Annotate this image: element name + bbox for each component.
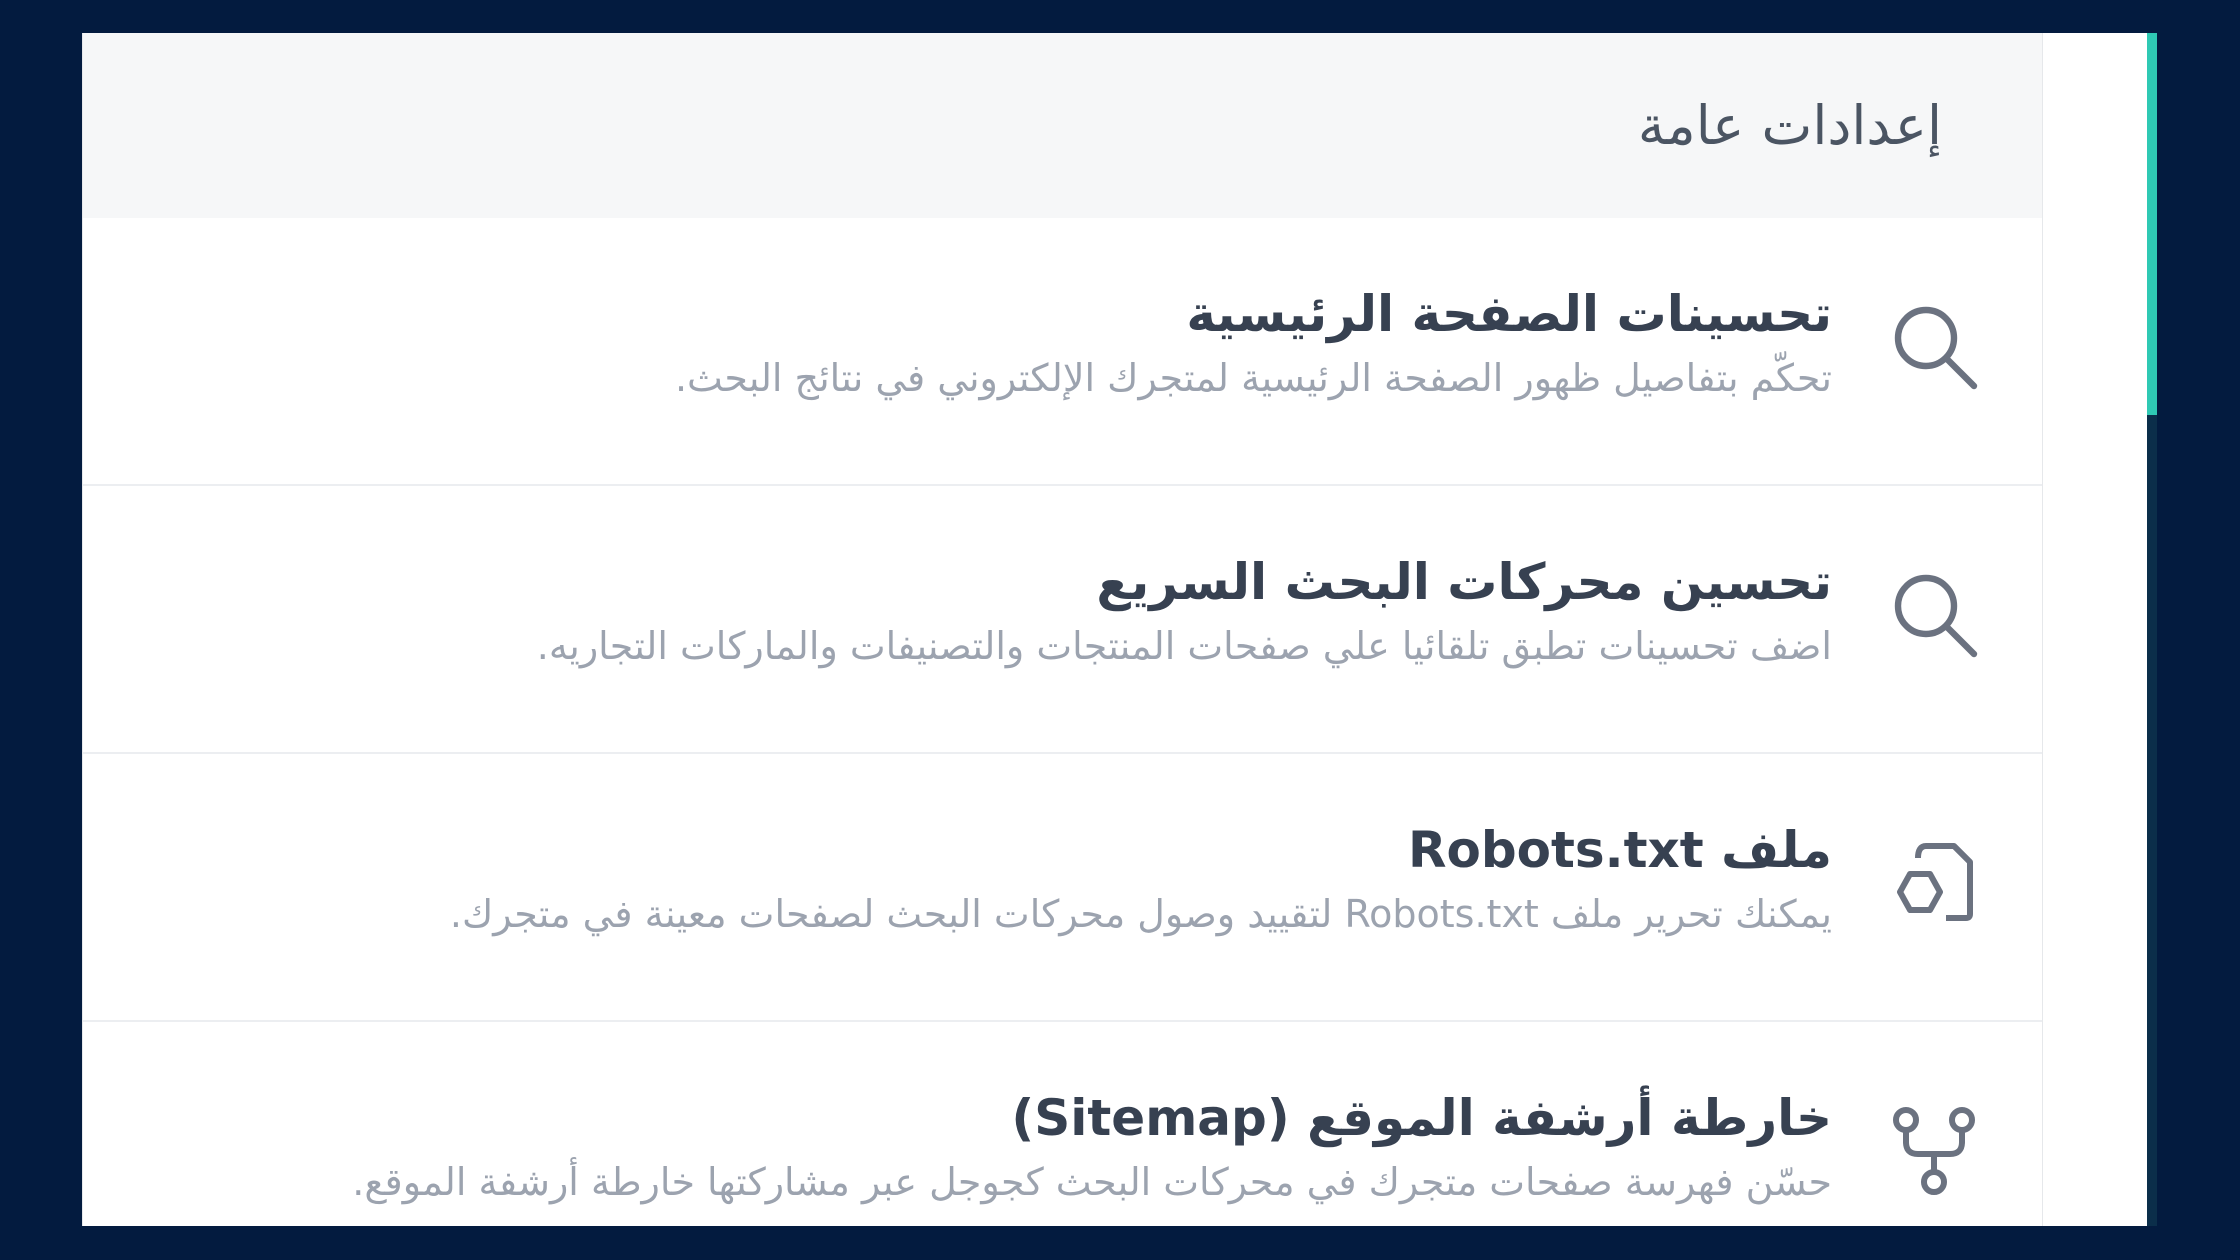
settings-item-description: تحكّم بتفاصيل ظهور الصفحة الرئيسية لمتجر… xyxy=(674,356,1832,400)
settings-item-description: يمكنك تحرير ملف Robots.txt لتقييد وصول م… xyxy=(449,892,1832,936)
scrollbar[interactable] xyxy=(2147,33,2157,1226)
panel-header: إعدادات عامة xyxy=(83,33,2042,218)
scrollbar-thumb[interactable] xyxy=(2147,33,2157,415)
search-icon xyxy=(1886,566,1982,662)
settings-item-title: تحسينات الصفحة الرئيسية xyxy=(1186,285,1832,343)
file-shapes-icon xyxy=(1886,834,1982,930)
settings-item-description: اضف تحسينات تطبق تلقائيا علي صفحات المنت… xyxy=(536,624,1832,668)
settings-item-robots-txt[interactable]: ملف Robots.txt يمكنك تحرير ملف Robots.tx… xyxy=(83,754,2042,1022)
search-icon xyxy=(1886,298,1982,394)
settings-item-title: تحسين محركات البحث السريع xyxy=(1096,553,1832,611)
settings-item-title: ملف Robots.txt xyxy=(1407,821,1832,879)
settings-item-title: خارطة أرشفة الموقع (Sitemap) xyxy=(1011,1089,1832,1147)
settings-item-description: حسّن فهرسة صفحات متجرك في محركات البحث ك… xyxy=(352,1160,1832,1204)
settings-item-sitemap[interactable]: خارطة أرشفة الموقع (Sitemap) حسّن فهرسة … xyxy=(83,1022,2042,1226)
general-settings-panel: إعدادات عامة تحسينات الصفحة الرئيسية تحك… xyxy=(82,33,2043,1226)
settings-window: إعدادات عامة تحسينات الصفحة الرئيسية تحك… xyxy=(82,33,2157,1226)
page-title: إعدادات عامة xyxy=(1637,94,1942,157)
settings-item-homepage-seo[interactable]: تحسينات الصفحة الرئيسية تحكّم بتفاصيل ظه… xyxy=(83,218,2042,486)
settings-item-quick-seo[interactable]: تحسين محركات البحث السريع اضف تحسينات تط… xyxy=(83,486,2042,754)
sitemap-branch-icon xyxy=(1886,1102,1982,1198)
